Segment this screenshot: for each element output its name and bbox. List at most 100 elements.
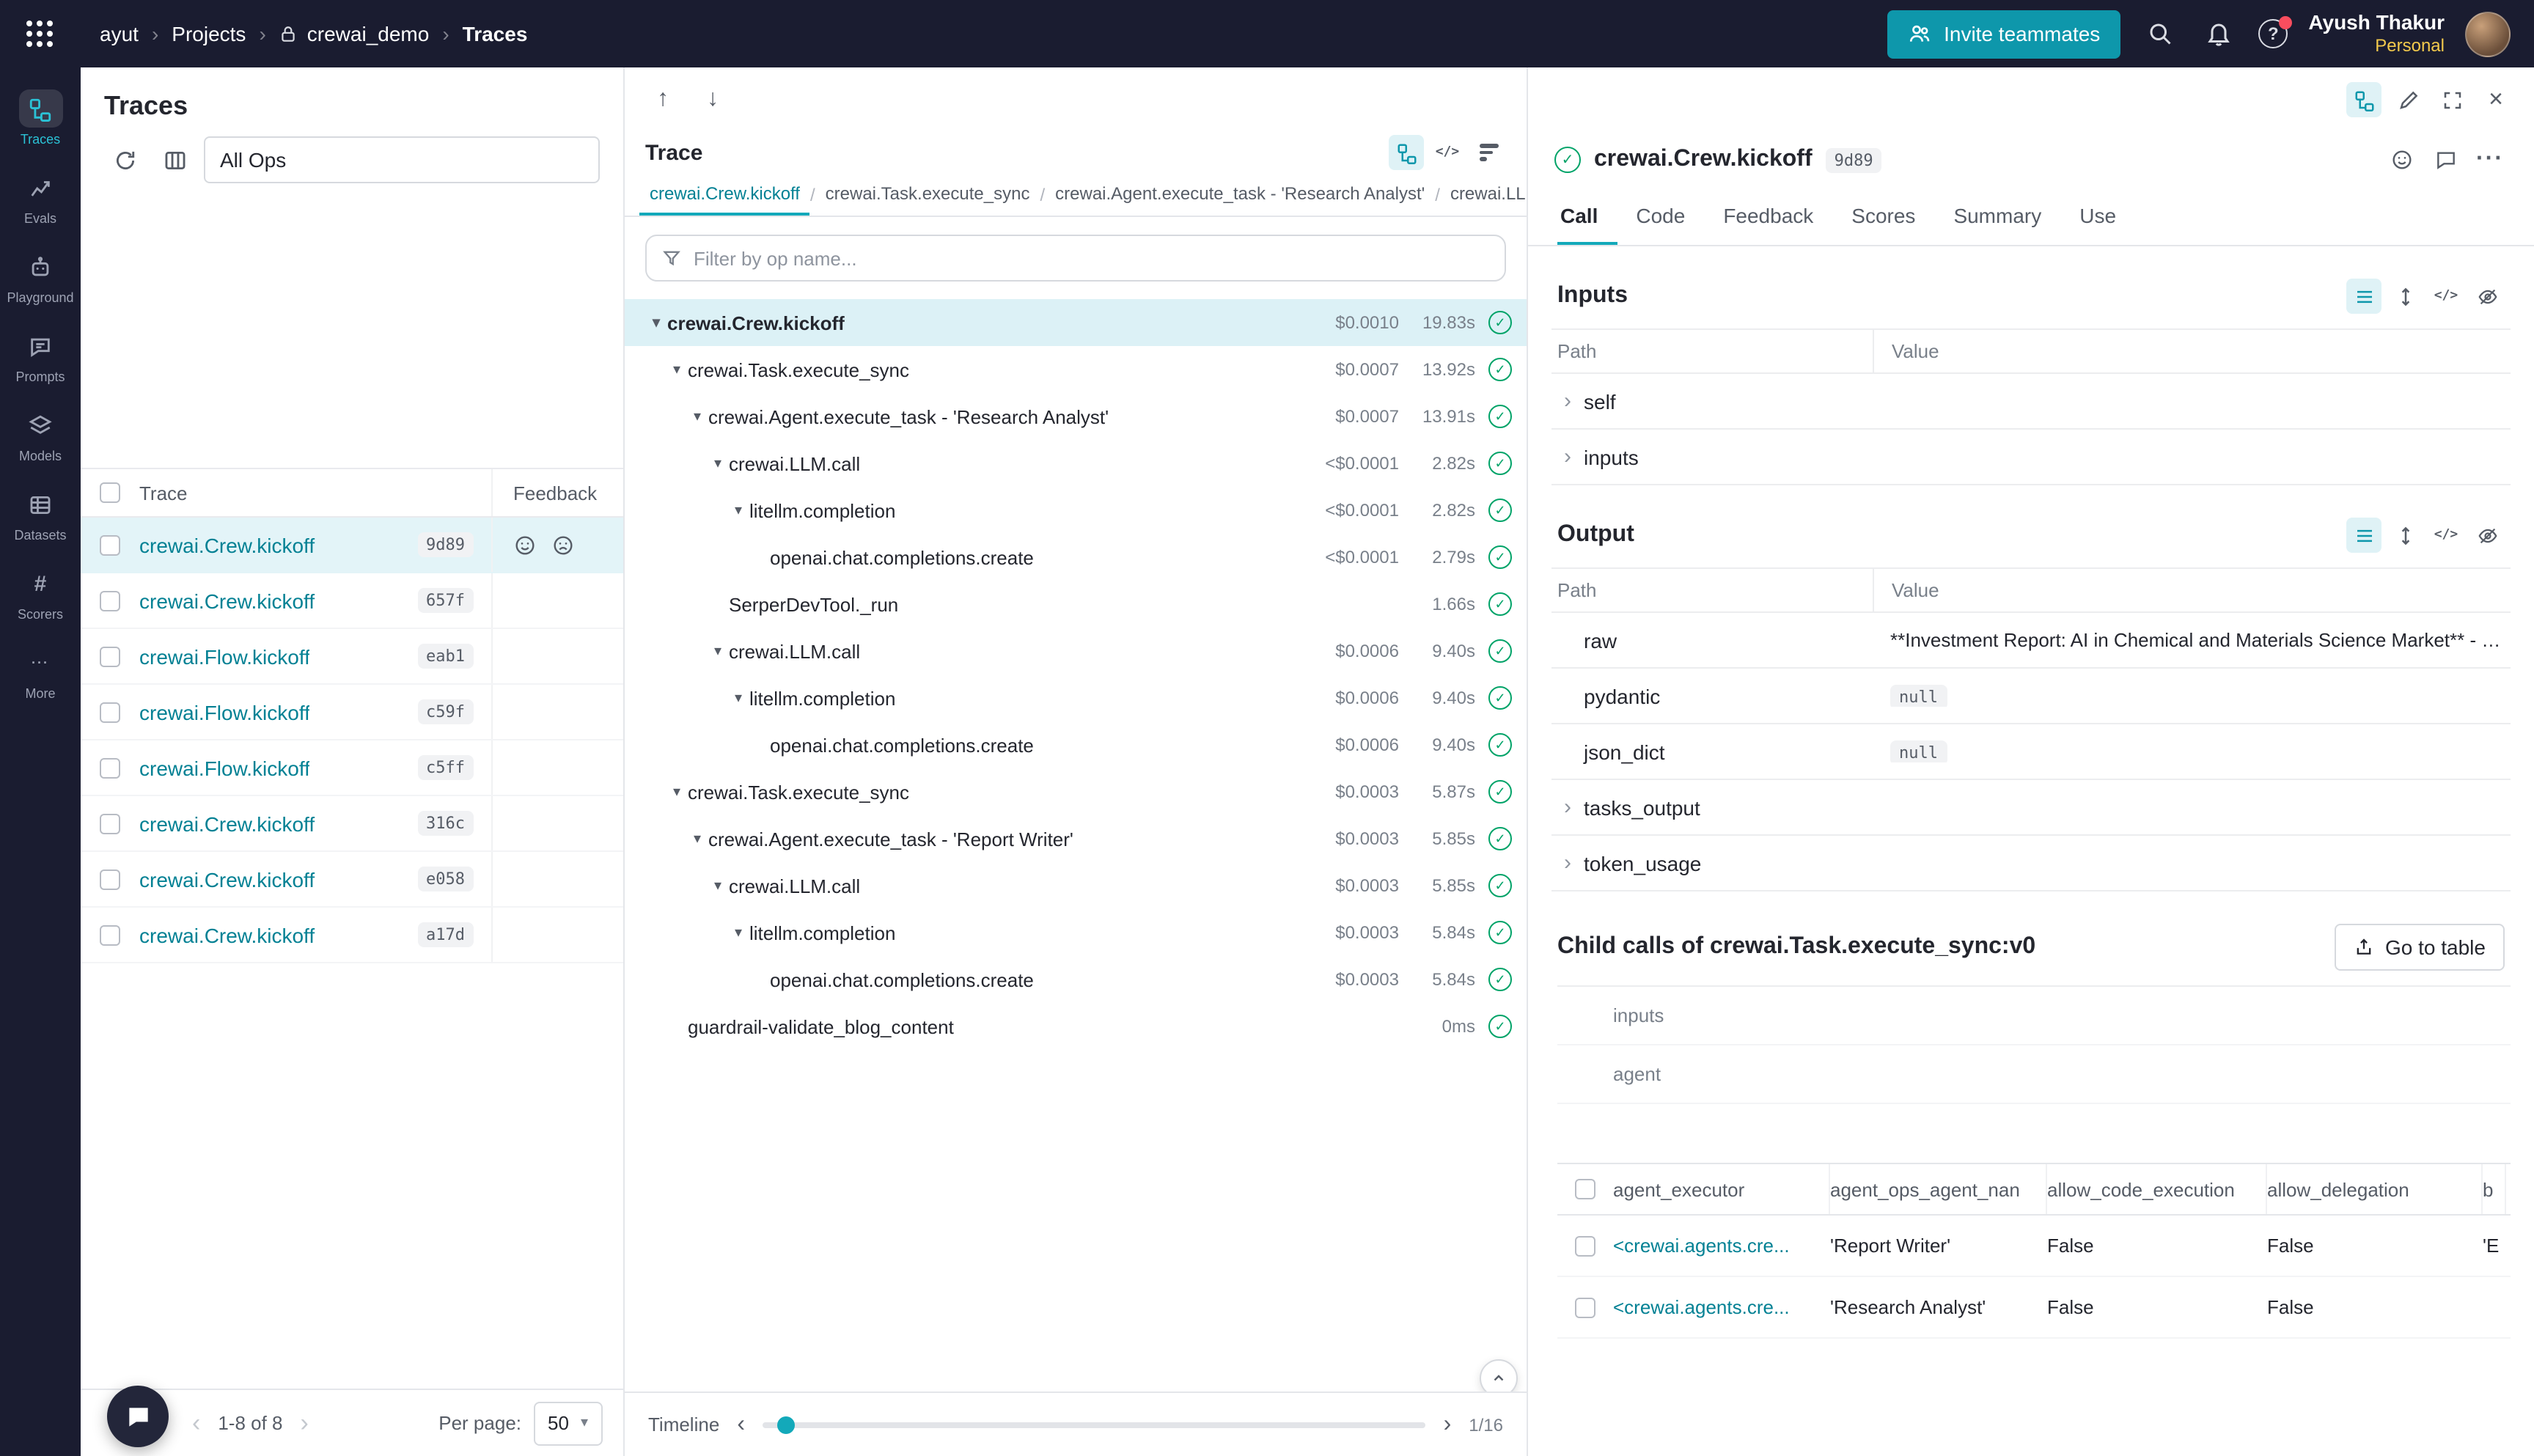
trace-row[interactable]: crewai.Flow.kickoffc5ff	[81, 740, 623, 796]
previous-call-icon[interactable]	[642, 79, 683, 120]
help-icon[interactable]	[2258, 19, 2288, 48]
trace-name-link[interactable]: crewai.Crew.kickoff	[139, 867, 315, 891]
chevron-down-icon[interactable]	[666, 361, 688, 378]
chevron-down-icon[interactable]	[727, 502, 749, 518]
column-header[interactable]: allow_code_execution	[2047, 1164, 2267, 1214]
row-checkbox[interactable]	[100, 813, 120, 834]
ops-filter-select[interactable]: All Ops	[204, 136, 600, 183]
fullscreen-icon[interactable]	[2434, 82, 2469, 117]
output-row-raw[interactable]: raw **Investment Report: AI in Chemical …	[1551, 613, 2511, 669]
tab-feedback[interactable]: Feedback	[1704, 188, 1832, 245]
trace-row[interactable]: crewai.Crew.kickoff316c	[81, 796, 623, 852]
trace-row[interactable]: crewai.Flow.kickoffeab1	[81, 629, 623, 685]
chevron-right-icon[interactable]	[1557, 795, 1578, 820]
tree-row[interactable]: litellm.completion $0.0003 5.84s	[625, 909, 1527, 956]
refresh-icon[interactable]	[104, 139, 145, 180]
chevron-down-icon[interactable]	[686, 831, 708, 847]
row-checkbox[interactable]	[100, 757, 120, 778]
split-view-icon[interactable]	[2346, 82, 2381, 117]
sidebar-item-evals[interactable]: Evals	[4, 161, 77, 235]
chevron-down-icon[interactable]	[727, 924, 749, 941]
agent-executor-link[interactable]: <crewai.agents.cre...	[1613, 1235, 1830, 1257]
feedback-column-header[interactable]: Feedback	[491, 469, 623, 516]
row-checkbox[interactable]	[1575, 1297, 1595, 1317]
json-view-icon[interactable]	[2428, 518, 2464, 553]
edit-pencil-icon[interactable]	[2390, 82, 2425, 117]
timeline-next-icon[interactable]	[1444, 1411, 1452, 1438]
column-header[interactable]: allow_delegation	[2267, 1164, 2483, 1214]
table-view-icon[interactable]	[2346, 279, 2381, 314]
tree-row[interactable]: guardrail-validate_blog_content 0ms	[625, 1003, 1527, 1050]
chat-support-button[interactable]	[107, 1386, 169, 1447]
tab-summary[interactable]: Summary	[1934, 188, 2060, 245]
child-call-row[interactable]: <crewai.agents.cre... 'Report Writer' Fa…	[1557, 1216, 2511, 1277]
search-icon[interactable]	[2141, 15, 2179, 53]
op-filter-input[interactable]	[694, 247, 1490, 269]
output-row-token-usage[interactable]: token_usage	[1551, 836, 2511, 891]
trace-row[interactable]: crewai.Crew.kickoff657f	[81, 573, 623, 629]
trace-row[interactable]: crewai.Crew.kickoffa17d	[81, 908, 623, 963]
tree-row[interactable]: litellm.completion $0.0006 9.40s	[625, 674, 1527, 721]
chevron-down-icon[interactable]	[666, 784, 688, 800]
code-view-icon[interactable]	[1430, 135, 1465, 170]
breadcrumb-entity[interactable]: ayut	[100, 22, 139, 45]
trace-column-header[interactable]: Trace	[139, 482, 491, 504]
child-call-row[interactable]: <crewai.agents.cre... 'Research Analyst'…	[1557, 1277, 2511, 1339]
invite-teammates-button[interactable]: Invite teammates	[1887, 10, 2120, 58]
output-row-json-dict[interactable]: json_dict null	[1551, 724, 2511, 780]
expand-rows-icon[interactable]	[2387, 279, 2423, 314]
notifications-bell-icon[interactable]	[2200, 15, 2238, 53]
tree-row[interactable]: openai.chat.completions.create $0.0006 9…	[625, 721, 1527, 768]
tree-row[interactable]: openai.chat.completions.create $0.0003 5…	[625, 956, 1527, 1003]
tree-row[interactable]: SerperDevTool._run 1.66s	[625, 581, 1527, 628]
chevron-down-icon[interactable]	[686, 408, 708, 424]
breadcrumb-projects[interactable]: Projects	[172, 22, 246, 45]
chevron-right-icon[interactable]	[1557, 444, 1578, 469]
comment-icon[interactable]	[2428, 142, 2464, 177]
user-menu[interactable]: Ayush Thakur Personal	[2308, 10, 2445, 58]
trace-row[interactable]: crewai.Flow.kickoffc59f	[81, 685, 623, 740]
chevron-down-icon[interactable]	[727, 690, 749, 706]
column-header[interactable]: b	[2483, 1164, 2506, 1214]
wandb-logo-icon[interactable]	[21, 16, 59, 51]
row-checkbox[interactable]	[100, 924, 120, 945]
row-checkbox[interactable]	[1575, 1235, 1595, 1256]
tree-row[interactable]: crewai.LLM.call $0.0006 9.40s	[625, 628, 1527, 674]
op-filter-box[interactable]	[645, 235, 1506, 282]
path-tab[interactable]: crewai.Task.execute_sync	[815, 173, 1040, 216]
chevron-right-icon[interactable]	[1557, 850, 1578, 875]
timeline-prev-icon[interactable]	[737, 1411, 745, 1438]
agent-executor-link[interactable]: <crewai.agents.cre...	[1613, 1296, 1830, 1318]
output-row-pydantic[interactable]: pydantic null	[1551, 669, 2511, 724]
path-tab[interactable]: crewai.LLM.cal...	[1440, 173, 1527, 216]
tree-row[interactable]: crewai.Task.execute_sync $0.0007 13.92s	[625, 346, 1527, 393]
table-view-icon[interactable]	[2346, 518, 2381, 553]
breadcrumb-page[interactable]: Traces	[463, 22, 528, 45]
select-all-checkbox[interactable]	[1575, 1179, 1595, 1199]
column-header[interactable]: agent_ops_agent_nan	[1830, 1164, 2047, 1214]
input-row-self[interactable]: self	[1551, 374, 2511, 430]
column-header[interactable]: agent_executor	[1613, 1164, 1830, 1214]
tree-row[interactable]: crewai.Crew.kickoff $0.0010 19.83s	[625, 299, 1527, 346]
tab-use[interactable]: Use	[2060, 188, 2135, 245]
select-all-checkbox[interactable]	[100, 482, 120, 503]
tree-row[interactable]: crewai.LLM.call $0.0003 5.85s	[625, 862, 1527, 909]
overflow-menu-icon[interactable]	[2472, 142, 2508, 177]
tab-scores[interactable]: Scores	[1832, 188, 1934, 245]
frowny-feedback-icon[interactable]	[551, 533, 575, 556]
tree-row[interactable]: crewai.Task.execute_sync $0.0003 5.87s	[625, 768, 1527, 815]
trace-name-link[interactable]: crewai.Flow.kickoff	[139, 644, 310, 668]
row-checkbox[interactable]	[100, 590, 120, 611]
trace-row[interactable]: crewai.Crew.kickoff 9d89	[81, 518, 623, 573]
path-tab[interactable]: crewai.Crew.kickoff	[639, 173, 810, 216]
tree-row[interactable]: openai.chat.completions.create <$0.0001 …	[625, 534, 1527, 581]
row-checkbox[interactable]	[100, 534, 120, 555]
smiley-feedback-icon[interactable]	[513, 533, 537, 556]
go-to-table-button[interactable]: Go to table	[2334, 924, 2505, 971]
chevron-right-icon[interactable]	[1557, 389, 1578, 413]
sidebar-item-more[interactable]: More	[4, 636, 77, 710]
next-call-icon[interactable]	[692, 79, 733, 120]
trace-name-link[interactable]: crewai.Flow.kickoff	[139, 756, 310, 779]
trace-name-link[interactable]: crewai.Crew.kickoff	[139, 812, 315, 835]
breadcrumb-project[interactable]: crewai_demo	[279, 22, 430, 45]
